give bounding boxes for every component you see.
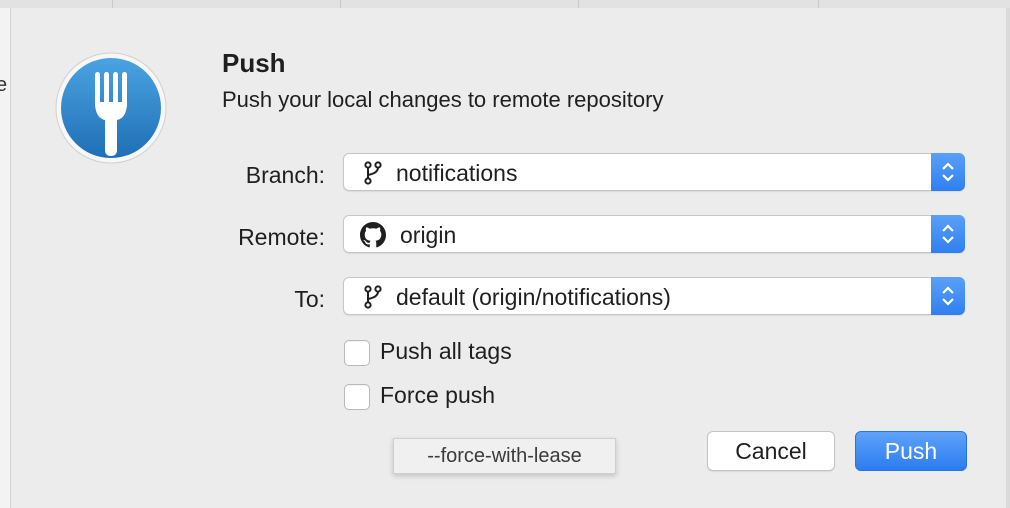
to-label: To: [294, 286, 325, 312]
force-push-checkbox[interactable] [344, 384, 370, 410]
github-icon [360, 222, 386, 248]
up-down-chevron-icon [942, 286, 954, 306]
to-stepper[interactable] [931, 277, 965, 315]
remote-value: origin [400, 222, 457, 248]
dialog-title: Push [222, 48, 286, 78]
up-down-chevron-icon [942, 162, 954, 182]
push-all-tags-checkbox[interactable] [344, 340, 370, 366]
branch-stepper[interactable] [931, 153, 965, 191]
to-select[interactable]: default (origin/notifications) [343, 277, 965, 315]
dialog-subtitle: Push your local changes to remote reposi… [222, 87, 664, 112]
fork-app-icon [55, 52, 167, 164]
background-window-edge: e [0, 8, 11, 508]
force-push-label[interactable]: Force push [380, 382, 495, 409]
remote-select[interactable]: origin [343, 215, 965, 253]
branch-select[interactable]: notifications [343, 153, 965, 191]
to-value: default (origin/notifications) [396, 284, 671, 310]
branch-icon [364, 161, 382, 185]
push-dialog: Push Push your local changes to remote r… [11, 8, 1006, 508]
branch-icon [364, 285, 382, 309]
up-down-chevron-icon [942, 224, 954, 244]
force-push-tooltip: --force-with-lease [393, 438, 616, 474]
background-window-edge-right [1006, 8, 1010, 508]
background-partial-text: e [0, 74, 8, 96]
remote-stepper[interactable] [931, 215, 965, 253]
branch-value: notifications [396, 160, 518, 186]
push-all-tags-label[interactable]: Push all tags [380, 338, 512, 365]
cancel-button[interactable]: Cancel [707, 431, 835, 471]
push-button[interactable]: Push [855, 431, 967, 471]
remote-label: Remote: [238, 224, 325, 250]
branch-label: Branch: [245, 162, 325, 188]
